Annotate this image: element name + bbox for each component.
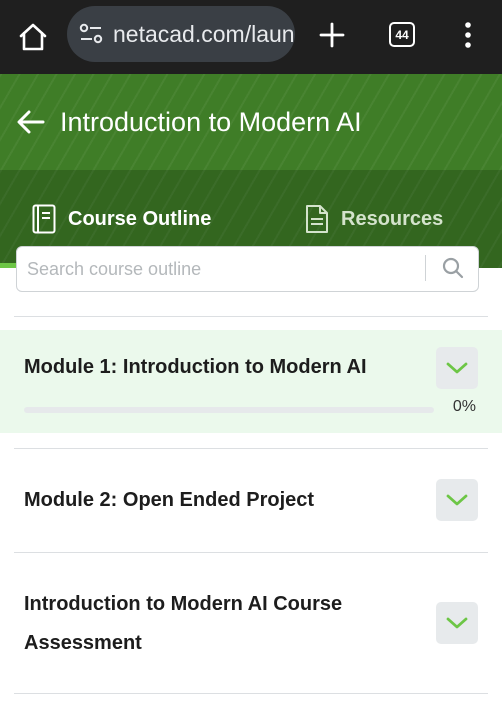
chevron-down-icon — [446, 617, 468, 629]
new-tab-button[interactable] — [318, 21, 346, 49]
home-icon — [19, 23, 47, 51]
tab-switcher-button[interactable]: 44 — [389, 22, 415, 47]
home-button[interactable] — [16, 20, 50, 54]
search-icon[interactable] — [441, 255, 465, 281]
plus-icon — [319, 22, 345, 48]
browser-menu-button[interactable] — [458, 20, 478, 50]
back-button[interactable] — [16, 109, 46, 135]
module-title: Module 1: Introduction to Modern AI — [24, 356, 367, 378]
module-progress-label: 0% — [452, 398, 476, 415]
expand-module-button[interactable] — [436, 347, 478, 389]
module-title: Module 2: Open Ended Project — [24, 489, 315, 511]
divider — [14, 448, 488, 449]
module-item[interactable]: Module 1: Introduction to Modern AI 0% — [0, 330, 502, 433]
browser-toolbar: netacad.com/laun 44 — [0, 0, 502, 74]
tab-course-outline-label: Course Outline — [68, 207, 212, 230]
url-text[interactable]: netacad.com/laun — [113, 6, 295, 62]
address-bar[interactable]: netacad.com/laun — [67, 6, 295, 62]
document-icon — [306, 205, 328, 233]
arrow-left-icon — [17, 110, 45, 134]
search-box — [16, 246, 479, 292]
header-title-bar: Introduction to Modern AI — [0, 74, 502, 170]
chevron-down-icon — [446, 362, 468, 374]
divider — [14, 316, 488, 317]
search-divider — [425, 255, 426, 281]
module-item[interactable]: Module 2: Open Ended Project — [0, 450, 502, 552]
divider — [14, 552, 488, 553]
course-header: Introduction to Modern AI Course Outline… — [0, 74, 502, 268]
search-input[interactable] — [27, 247, 417, 291]
more-vert-icon — [465, 22, 471, 48]
expand-module-button[interactable] — [436, 479, 478, 521]
module-item[interactable]: Introduction to Modern AI Course Assessm… — [0, 554, 502, 694]
divider — [14, 693, 488, 694]
chevron-down-icon — [446, 494, 468, 506]
module-progress-bar — [24, 407, 434, 413]
expand-module-button[interactable] — [436, 602, 478, 644]
course-title: Introduction to Modern AI — [60, 107, 362, 137]
site-info-icon[interactable] — [79, 23, 103, 45]
book-icon — [32, 204, 56, 234]
tab-resources-label: Resources — [341, 207, 444, 230]
module-title: Introduction to Modern AI Course Assessm… — [24, 593, 343, 654]
tab-count: 44 — [395, 27, 409, 42]
